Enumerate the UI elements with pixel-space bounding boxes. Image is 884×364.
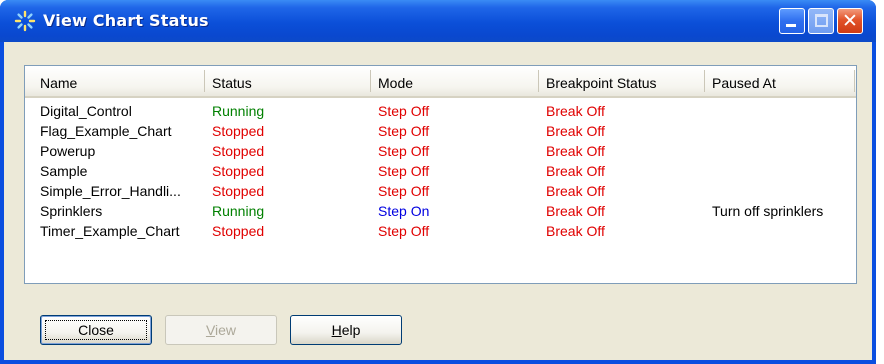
table-row[interactable]: Powerup Stopped Step Off Break Off (25, 141, 856, 161)
row-breakpoint-status: Break Off (546, 163, 605, 179)
row-name: Powerup (40, 143, 96, 159)
row-status: Stopped (212, 123, 265, 139)
row-mode: Step Off (378, 163, 430, 179)
column-header-status[interactable]: Status (212, 75, 252, 91)
title-bar[interactable]: View Chart Status ✕ (0, 0, 876, 42)
table-row[interactable]: Simple_Error_Handli... Stopped Step Off … (25, 181, 856, 201)
chart-status-icon (14, 10, 36, 32)
row-breakpoint-status: Break Off (546, 123, 605, 139)
row-breakpoint-status: Break Off (546, 143, 605, 159)
close-window-button[interactable]: ✕ (837, 8, 863, 34)
chart-status-list[interactable]: Name Status Mode Breakpoint Status Pause… (24, 65, 857, 284)
row-name: Simple_Error_Handli... (40, 183, 181, 199)
row-mode: Step Off (378, 123, 430, 139)
column-header-paused-at[interactable]: Paused At (712, 75, 776, 91)
table-row[interactable]: Timer_Example_Chart Stopped Step Off Bre… (25, 221, 856, 241)
column-divider[interactable] (704, 70, 705, 92)
row-mode: Step Off (378, 223, 430, 239)
help-button-label: elp (341, 322, 361, 338)
help-button-accelerator: H (331, 322, 342, 338)
row-status: Stopped (212, 163, 265, 179)
column-divider[interactable] (538, 70, 539, 92)
row-breakpoint-status: Break Off (546, 203, 605, 219)
minimize-button[interactable] (779, 8, 805, 34)
table-row[interactable]: Flag_Example_Chart Stopped Step Off Brea… (25, 121, 856, 141)
row-mode: Step Off (378, 103, 430, 119)
minimize-icon (786, 24, 796, 27)
table-row[interactable]: Sprinklers Running Step On Break Off Tur… (25, 201, 856, 221)
row-paused-at: Turn off sprinklers (712, 203, 824, 219)
table-row[interactable]: Digital_Control Running Step Off Break O… (25, 101, 856, 121)
view-button-accelerator: V (205, 322, 216, 338)
window-title: View Chart Status (43, 11, 209, 30)
column-divider[interactable] (204, 70, 205, 92)
row-breakpoint-status: Break Off (546, 103, 605, 119)
column-header-mode[interactable]: Mode (378, 75, 413, 91)
row-status: Stopped (212, 223, 265, 239)
column-divider[interactable] (370, 70, 371, 92)
focus-rectangle (45, 320, 147, 340)
column-divider[interactable] (854, 70, 855, 92)
row-breakpoint-status: Break Off (546, 183, 605, 199)
row-name: Timer_Example_Chart (40, 223, 180, 239)
row-mode: Step On (378, 203, 430, 219)
list-rows: Digital_Control Running Step Off Break O… (25, 101, 856, 241)
row-breakpoint-status: Break Off (546, 223, 605, 239)
column-header-breakpoint-status[interactable]: Breakpoint Status (546, 75, 657, 91)
view-chart-status-window: View Chart Status ✕ Name Status Mode Bre… (0, 0, 876, 364)
help-button[interactable]: Help (290, 315, 402, 345)
row-status: Stopped (212, 143, 265, 159)
maximize-button[interactable] (808, 8, 834, 34)
row-mode: Step Off (378, 143, 430, 159)
row-status: Running (212, 203, 265, 219)
close-icon: ✕ (842, 10, 858, 32)
list-header: Name Status Mode Breakpoint Status Pause… (25, 66, 856, 98)
dialog-client-area: Name Status Mode Breakpoint Status Pause… (4, 42, 872, 360)
view-button-label: iew (215, 322, 237, 338)
table-row[interactable]: Sample Stopped Step Off Break Off (25, 161, 856, 181)
row-name: Sprinklers (40, 203, 103, 219)
row-mode: Step Off (378, 183, 430, 199)
view-button[interactable]: View (165, 315, 277, 345)
close-button[interactable]: Close (40, 315, 152, 345)
row-name: Digital_Control (40, 103, 132, 119)
row-name: Flag_Example_Chart (40, 123, 172, 139)
row-name: Sample (40, 163, 88, 179)
row-status: Stopped (212, 183, 265, 199)
row-status: Running (212, 103, 265, 119)
column-header-name[interactable]: Name (40, 75, 77, 91)
maximize-icon (815, 14, 828, 27)
